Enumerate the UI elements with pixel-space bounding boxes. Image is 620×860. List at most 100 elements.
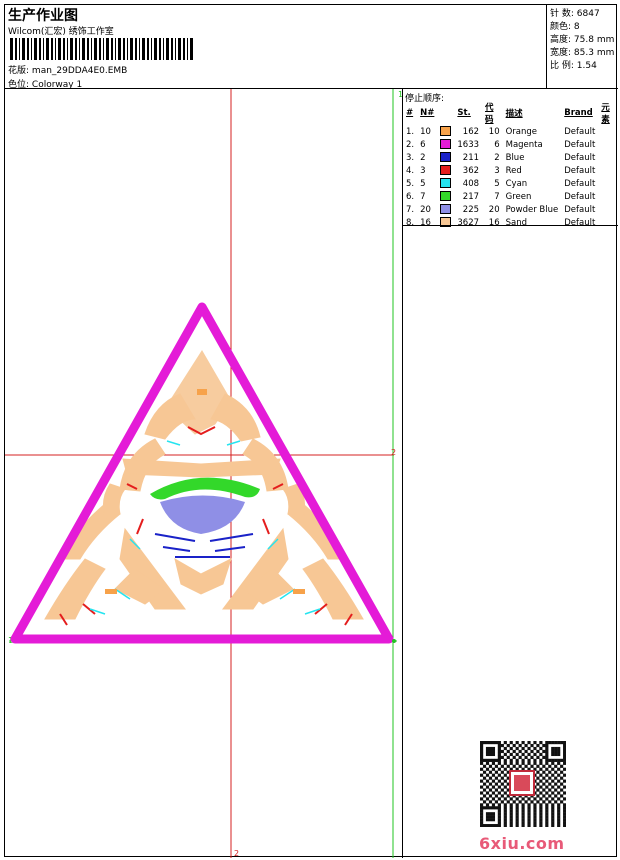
row-swatch bbox=[437, 164, 454, 177]
row-brand: Default bbox=[564, 152, 596, 163]
guide-label-bottom: 2 bbox=[234, 849, 239, 858]
color-swatch bbox=[440, 139, 452, 150]
row-code: 5 bbox=[494, 178, 500, 189]
embroidery-design: 1 2 2 1 bbox=[5, 89, 402, 858]
row-needle: 6 bbox=[420, 139, 426, 150]
row-index: 3. bbox=[406, 152, 415, 163]
row-description: Magenta bbox=[505, 139, 543, 150]
site-watermark: 6xiu.com bbox=[479, 834, 565, 853]
table-row: 6. 7 217 7 Green Default bbox=[403, 190, 618, 203]
color-sequence-table: # N# St. 代码 描述 Brand 元素 1. 10 162 10 Orange D… bbox=[403, 101, 618, 229]
row-element bbox=[598, 138, 618, 151]
production-sheet: 生产作业图 Wilcom(汇宏) 绣饰工作室 花版: man_29DDA4E0.… bbox=[4, 4, 618, 858]
table-row: 1. 10 162 10 Orange Default bbox=[403, 125, 618, 138]
row-index: 5. bbox=[406, 178, 415, 189]
row-element bbox=[598, 177, 618, 190]
stat-colors: 颜色: 8 bbox=[550, 19, 580, 32]
guide-label-right: 2 bbox=[391, 448, 396, 457]
row-index: 2. bbox=[406, 139, 415, 150]
color-swatch bbox=[440, 126, 452, 137]
row-element bbox=[598, 203, 618, 216]
row-element bbox=[598, 151, 618, 164]
sheet-title: 生产作业图 bbox=[8, 8, 78, 24]
row-swatch bbox=[437, 151, 454, 164]
table-row: 8. 16 3627 16 Sand Default bbox=[403, 216, 618, 229]
table-header-row: # N# St. 代码 描述 Brand 元素 bbox=[403, 101, 618, 125]
color-swatch bbox=[440, 165, 452, 176]
color-swatch bbox=[440, 204, 452, 215]
eye-iris bbox=[160, 495, 245, 534]
stat-label: 比 例: bbox=[550, 61, 574, 71]
file-name: man_29DDA4E0.EMB bbox=[31, 66, 128, 76]
blue-details bbox=[154, 533, 254, 558]
row-needle: 7 bbox=[420, 191, 426, 202]
row-element bbox=[598, 216, 618, 229]
stat-label: 高度: bbox=[550, 35, 572, 45]
row-stitches: 211 bbox=[462, 152, 480, 163]
table-row: 4. 3 362 3 Red Default bbox=[403, 164, 618, 177]
row-code: 2 bbox=[494, 152, 500, 163]
row-description: Sand bbox=[505, 217, 527, 228]
table-row: 3. 2 211 2 Blue Default bbox=[403, 151, 618, 164]
color-swatch bbox=[440, 152, 452, 163]
guide-marker bbox=[392, 639, 396, 643]
color-swatch bbox=[440, 191, 452, 202]
row-index: 7. bbox=[406, 204, 415, 215]
row-element bbox=[598, 164, 618, 177]
row-needle: 20 bbox=[420, 204, 431, 215]
stat-value: 6847 bbox=[576, 9, 600, 19]
stat-stitches: 针 数: 6847 bbox=[550, 6, 600, 19]
table-row: 2. 6 1633 6 Magenta Default bbox=[403, 138, 618, 151]
row-brand: Default bbox=[564, 178, 596, 189]
table-row: 7. 20 225 20 Powder Blue Default bbox=[403, 203, 618, 216]
row-description: Red bbox=[505, 165, 522, 176]
stat-label: 宽度: bbox=[550, 48, 572, 58]
row-needle: 2 bbox=[420, 152, 426, 163]
row-brand: Default bbox=[564, 139, 596, 150]
studio-subtitle: Wilcom(汇宏) 绣饰工作室 bbox=[8, 27, 114, 37]
row-swatch bbox=[437, 177, 454, 190]
col-needle: N# bbox=[420, 108, 435, 118]
row-stitches: 3627 bbox=[457, 217, 480, 228]
stat-value: 1.54 bbox=[576, 61, 597, 71]
row-needle: 10 bbox=[420, 126, 431, 137]
color-swatch bbox=[440, 178, 452, 189]
stat-height: 高度: 75.8 mm bbox=[550, 32, 614, 45]
row-stitches: 217 bbox=[462, 191, 480, 202]
row-element bbox=[598, 125, 618, 138]
design-canvas: 1 2 2 1 bbox=[5, 89, 403, 858]
col-stitches: St. bbox=[457, 108, 471, 118]
row-swatch bbox=[437, 203, 454, 216]
panel-divider bbox=[403, 225, 618, 226]
stop-sequence-panel: 停止顺序: # N# St. 代码 描述 Brand 元素 1. 10 162 10 O… bbox=[403, 89, 618, 858]
stat-value: 75.8 mm bbox=[573, 35, 615, 45]
row-brand: Default bbox=[564, 126, 596, 137]
col-element: 元素 bbox=[601, 103, 610, 125]
stat-scale: 比 例: 1.54 bbox=[550, 58, 597, 71]
row-description: Powder Blue bbox=[505, 204, 559, 215]
row-swatch bbox=[437, 216, 454, 229]
row-needle: 3 bbox=[420, 165, 426, 176]
row-index: 8. bbox=[406, 217, 415, 228]
row-index: 4. bbox=[406, 165, 415, 176]
row-code: 3 bbox=[494, 165, 500, 176]
stats-panel: 针 数: 6847 颜色: 8 高度: 75.8 mm 宽度: 85.3 mm … bbox=[547, 5, 618, 89]
row-brand: Default bbox=[564, 191, 596, 202]
col-swatch bbox=[437, 101, 454, 125]
row-needle: 16 bbox=[420, 217, 431, 228]
file-label: 花版: bbox=[8, 66, 30, 76]
row-needle: 5 bbox=[420, 178, 426, 189]
row-stitches: 1633 bbox=[457, 139, 480, 150]
row-code: 20 bbox=[488, 204, 500, 215]
col-code: 代码 bbox=[485, 103, 494, 125]
row-index: 1. bbox=[406, 126, 415, 137]
row-brand: Default bbox=[564, 204, 596, 215]
row-stitches: 362 bbox=[462, 165, 480, 176]
col-brand: Brand bbox=[564, 108, 593, 118]
row-code: 6 bbox=[494, 139, 500, 150]
row-brand: Default bbox=[564, 165, 596, 176]
row-stitches: 225 bbox=[462, 204, 480, 215]
row-swatch bbox=[437, 125, 454, 138]
col-index: # bbox=[406, 108, 414, 118]
row-swatch bbox=[437, 138, 454, 151]
